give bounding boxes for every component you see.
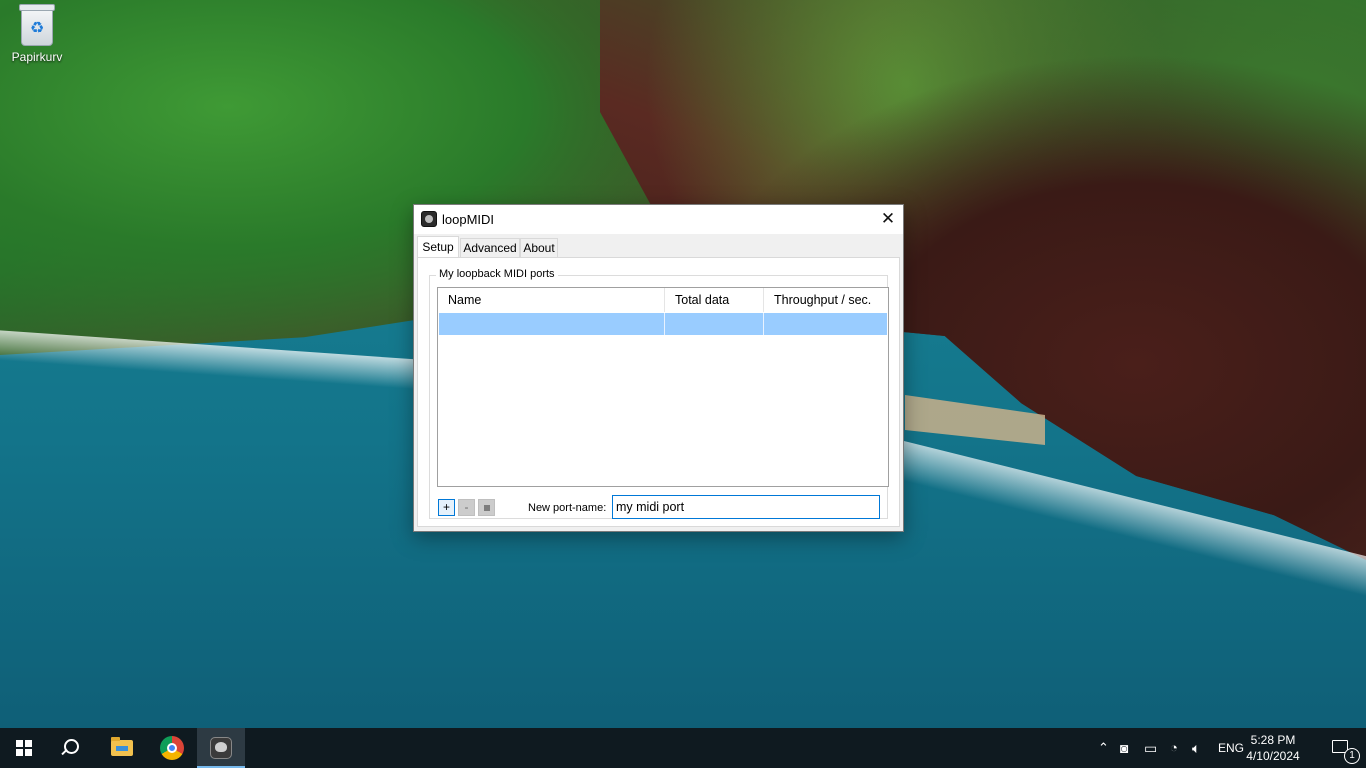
new-port-name-input[interactable]: my midi port	[612, 495, 880, 519]
tab-setup[interactable]: Setup	[417, 236, 459, 258]
search-icon	[64, 739, 79, 754]
desktop-icon-recycle-bin[interactable]: ♻ Papirkurv	[6, 4, 68, 64]
tray-loopmidi-icon[interactable]: ◙	[1120, 739, 1128, 757]
loopmidi-window: loopMIDI ✕ Setup Advanced About My loopb…	[413, 204, 904, 532]
close-icon: ✕	[880, 209, 896, 228]
tray-date: 4/10/2024	[1246, 749, 1300, 763]
start-button[interactable]	[0, 728, 48, 768]
start-icon	[16, 740, 32, 756]
remove-port-button[interactable]: -	[458, 499, 475, 516]
tray-clock[interactable]: 5:28 PM 4/10/2024	[1238, 732, 1308, 764]
chrome-icon	[160, 736, 184, 760]
tray-power-icon[interactable]: ▭	[1144, 739, 1157, 757]
ports-list-header: Name Total data Throughput / sec.	[438, 288, 888, 312]
taskbar: ⌃ ◙ ▭ ◔ 🔈︎ ENG 5:28 PM 4/10/2024 1	[0, 728, 1366, 768]
column-header-name[interactable]: Name	[438, 288, 665, 312]
row-cell-name	[439, 313, 665, 335]
tab-about[interactable]: About	[520, 238, 558, 257]
recycle-bin-icon: ♻	[19, 4, 55, 46]
loopmidi-app-icon	[421, 211, 437, 227]
search-button[interactable]	[48, 728, 96, 768]
column-header-throughput[interactable]: Throughput / sec.	[764, 288, 888, 312]
tray-volume-icon[interactable]: 🔈︎	[1192, 739, 1200, 757]
taskbar-loopmidi[interactable]	[197, 728, 245, 768]
title-bar[interactable]: loopMIDI ✕	[414, 205, 903, 234]
row-cell-throughput	[764, 313, 887, 335]
file-explorer-icon	[111, 737, 133, 756]
ports-group-label: My loopback MIDI ports	[436, 268, 558, 280]
taskbar-chrome[interactable]	[148, 728, 196, 768]
ports-list[interactable]: Name Total data Throughput / sec.	[437, 287, 889, 487]
system-tray: ⌃ ◙ ▭ ◔ 🔈︎ ENG 5:28 PM 4/10/2024 1	[1090, 728, 1366, 768]
stop-port-button[interactable]	[478, 499, 495, 516]
stop-icon	[484, 505, 490, 511]
window-title: loopMIDI	[442, 212, 495, 227]
row-cell-total-data	[665, 313, 764, 335]
close-button[interactable]: ✕	[873, 205, 903, 234]
column-header-total-data[interactable]: Total data	[665, 288, 764, 312]
desktop-icon-label: Papirkurv	[11, 50, 63, 64]
taskbar-file-explorer[interactable]	[98, 728, 146, 768]
tray-overflow-chevron-icon[interactable]: ⌃	[1098, 739, 1109, 757]
tray-time: 5:28 PM	[1250, 733, 1296, 747]
ports-groupbox: My loopback MIDI ports Name Total data T…	[429, 268, 889, 519]
tab-advanced[interactable]: Advanced	[460, 238, 520, 257]
tray-network-icon[interactable]: ◔	[1170, 739, 1178, 757]
add-port-button[interactable]: +	[438, 499, 455, 516]
setup-panel: My loopback MIDI ports Name Total data T…	[417, 257, 900, 527]
table-row[interactable]	[439, 313, 887, 335]
new-port-name-label: New port-name:	[528, 502, 607, 514]
notification-count-badge: 1	[1344, 748, 1360, 764]
loopmidi-icon	[210, 737, 232, 759]
